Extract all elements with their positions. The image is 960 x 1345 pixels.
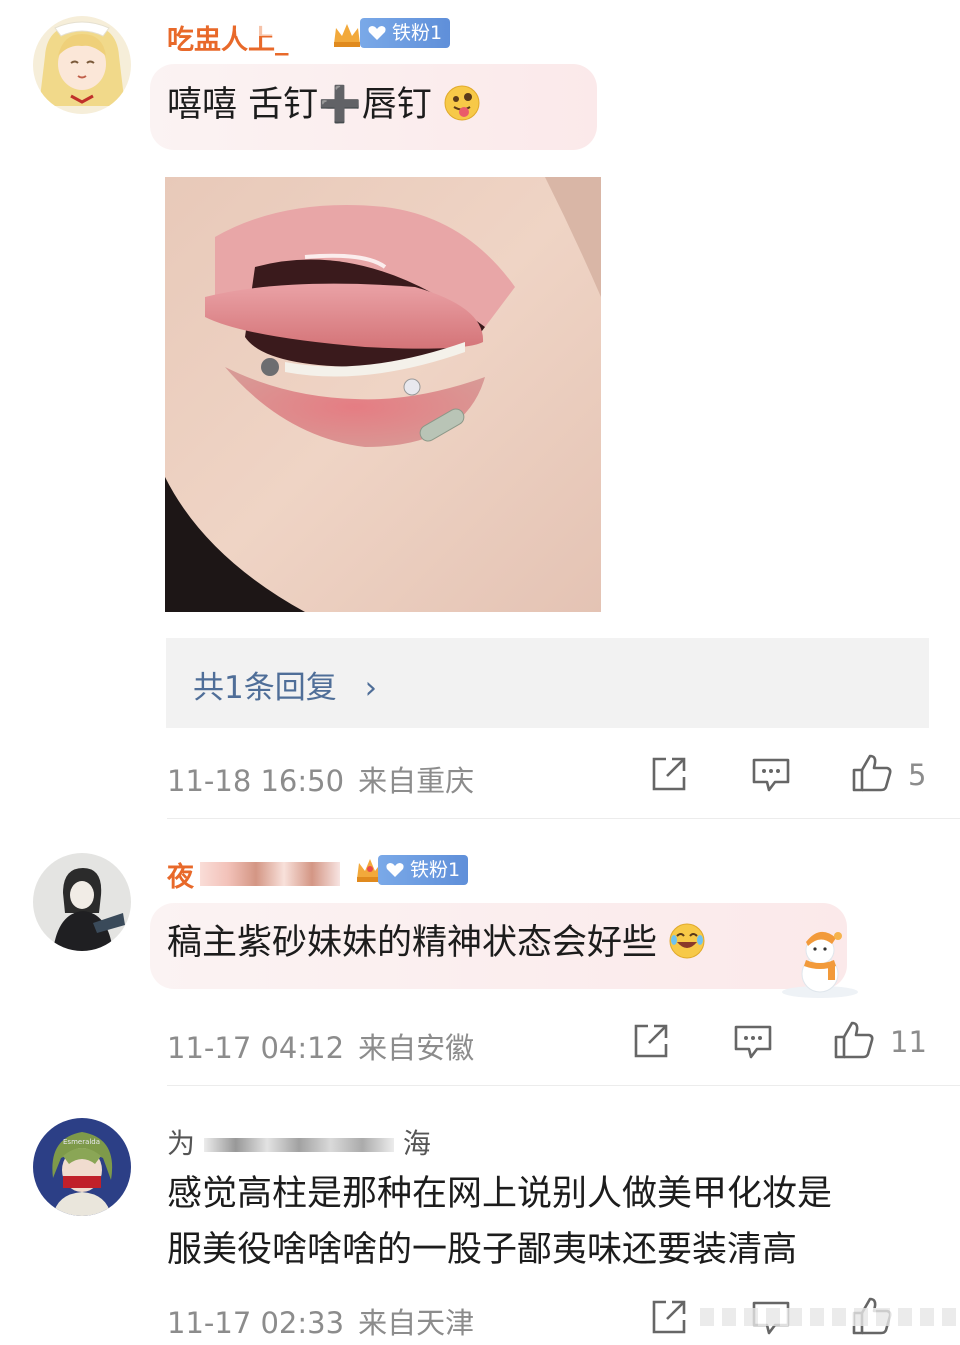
comment-3: Esmeralda 为 海 感觉高柱是那种在网上说别人做美甲化妆是 服美役啥啥啥… — [0, 0, 960, 1345]
share-icon[interactable] — [650, 1298, 688, 1336]
comment-text-line-2: 服美役啥啥啥的一股子鄙夷味还要装清高 — [167, 1230, 798, 1270]
username-end: 海 — [402, 1127, 431, 1160]
comment-time: 11-17 02:33 — [167, 1306, 345, 1340]
watermark-strip — [700, 1308, 960, 1326]
username-obscured — [203, 1138, 394, 1152]
green-hair-character-avatar-icon: Esmeralda — [33, 1118, 131, 1216]
comment-text: 感觉高柱是那种在网上说别人做美甲化妆是 服美役啥啥啥的一股子鄙夷味还要装清高 — [167, 1166, 832, 1278]
avatar-caption: Esmeralda — [63, 1138, 100, 1146]
comment-meta: 11-17 02:33 来自天津 — [167, 1300, 474, 1342]
username-start: 为 — [167, 1127, 196, 1160]
avatar[interactable]: Esmeralda — [33, 1118, 131, 1216]
comment-location: 来自天津 — [358, 1306, 475, 1340]
username[interactable]: 为 海 — [167, 1122, 431, 1162]
comment-text-line-1: 感觉高柱是那种在网上说别人做美甲化妆是 — [167, 1174, 833, 1214]
